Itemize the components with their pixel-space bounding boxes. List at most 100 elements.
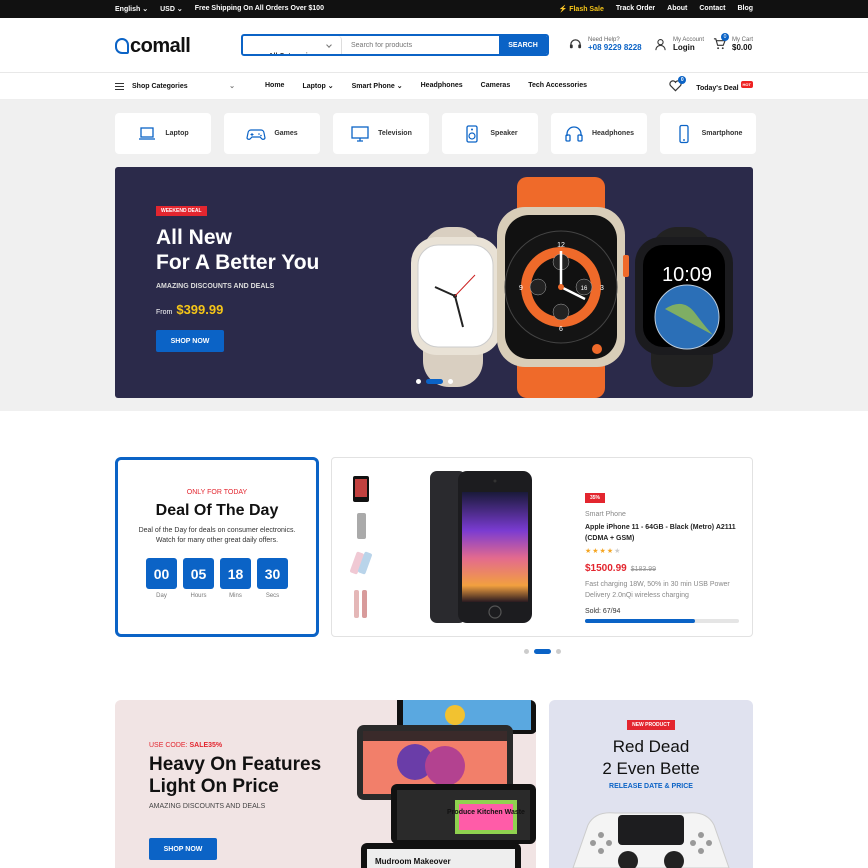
product-info: 35% Smart Phone Apple iPhone 11 - 64GB -… bbox=[585, 486, 745, 623]
flash-sale-link[interactable]: ⚡ Flash Sale bbox=[559, 5, 604, 13]
category-speaker[interactable]: Speaker bbox=[442, 113, 538, 154]
promo-banner-features: USE CODE: SALE35% Heavy On Features Light… bbox=[115, 700, 536, 868]
login-link[interactable]: Login bbox=[673, 43, 704, 52]
timer-value: 05 bbox=[183, 558, 214, 589]
slider-dot-active[interactable] bbox=[534, 649, 551, 654]
nav-headphones[interactable]: Headphones bbox=[421, 82, 463, 90]
track-order-link[interactable]: Track Order bbox=[616, 5, 655, 13]
chevron-down-icon: ⌄ bbox=[396, 83, 403, 90]
help-block[interactable]: Need Help? +08 9229 8228 bbox=[569, 37, 642, 52]
release-date-link[interactable]: RELEASE DATE & PRICE bbox=[549, 783, 753, 790]
category-television[interactable]: Television bbox=[333, 113, 429, 154]
blog-link[interactable]: Blog bbox=[737, 5, 753, 13]
product-category: Smart Phone bbox=[585, 511, 626, 518]
watch-time-text: 10:09 bbox=[662, 264, 712, 286]
category-bar: Laptop Games Television Speaker Headphon… bbox=[115, 113, 756, 154]
timer-mins: 18 Mins bbox=[220, 558, 251, 599]
new-product-title-line1: Red Dead bbox=[612, 737, 690, 756]
product-thumbnail[interactable] bbox=[347, 511, 375, 541]
search-category-select[interactable]: All Categories bbox=[243, 36, 342, 54]
account-block[interactable]: My Account Login bbox=[654, 37, 704, 52]
hero-shop-now-button[interactable]: SHOP NOW bbox=[156, 330, 224, 352]
user-icon bbox=[655, 39, 666, 51]
iphone-product-image bbox=[430, 471, 532, 623]
cart-block[interactable]: 0 My Cart $0.00 bbox=[713, 33, 753, 52]
sold-progress-bar bbox=[585, 619, 739, 623]
contact-link[interactable]: Contact bbox=[699, 5, 725, 13]
about-link[interactable]: About bbox=[667, 5, 687, 13]
cart-total: $0.00 bbox=[732, 43, 753, 52]
nav-laptop[interactable]: Laptop ⌄ bbox=[302, 82, 333, 90]
promo-banner-new-product: NEW PRODUCT Red Dead 2 Even Bette RELEASE… bbox=[549, 700, 753, 868]
language-label: English bbox=[115, 6, 141, 13]
product-description: Fast charging 18W, 50% in 30 min USB Pow… bbox=[585, 581, 730, 599]
discount-badge: 35% bbox=[585, 493, 606, 503]
todays-deal-link[interactable]: Today's Deal HOT bbox=[696, 81, 753, 92]
new-product-title: Red Dead 2 Even Bette bbox=[549, 736, 753, 780]
shop-categories-label: Shop Categories bbox=[132, 82, 188, 90]
logo[interactable]: comall bbox=[115, 35, 191, 58]
product-thumbnail[interactable] bbox=[347, 589, 375, 619]
slider-dot[interactable] bbox=[448, 379, 453, 384]
nav-cameras[interactable]: Cameras bbox=[481, 82, 511, 90]
countdown-timer: 00 Day 05 Hours 18 Mins 30 Secs bbox=[118, 558, 316, 599]
timer-days: 00 Day bbox=[146, 558, 177, 599]
nav-smart-phone[interactable]: Smart Phone ⌄ bbox=[352, 82, 403, 90]
currency-select[interactable]: USD ⌄ bbox=[160, 5, 183, 13]
cart-icon-wrap: 0 bbox=[713, 33, 729, 52]
chevron-down-icon: ⌄ bbox=[229, 83, 235, 90]
promo-title: Heavy On Features Light On Price bbox=[149, 754, 321, 798]
deal-title: Deal Of The Day bbox=[155, 502, 279, 519]
logo-mark-icon bbox=[115, 38, 129, 54]
nav-tech-accessories[interactable]: Tech Accessories bbox=[528, 82, 587, 90]
hero-title-line2: For A Better You bbox=[156, 251, 320, 274]
slider-dot-active[interactable] bbox=[426, 379, 443, 384]
timer-unit: Hours bbox=[190, 593, 207, 599]
nav-smart-phone-label: Smart Phone bbox=[351, 83, 395, 90]
timer-unit: Secs bbox=[265, 593, 280, 599]
product-name[interactable]: Apple iPhone 11 - 64GB - Black (Metro) A… bbox=[585, 522, 745, 544]
timer-unit: Day bbox=[156, 593, 167, 599]
slider-dot[interactable] bbox=[524, 649, 529, 654]
nav-laptop-label: Laptop bbox=[302, 83, 326, 90]
category-smartphone[interactable]: Smartphone bbox=[660, 113, 756, 154]
slider-dot[interactable] bbox=[556, 649, 561, 654]
timer-value: 30 bbox=[257, 558, 288, 589]
promo-shop-now-button[interactable]: SHOP NOW bbox=[149, 838, 217, 860]
television-icon bbox=[351, 125, 369, 142]
product-rating: ★★★★★ bbox=[585, 548, 622, 555]
hero-price: From $399.99 bbox=[156, 302, 223, 317]
cart-count-badge: 0 bbox=[721, 33, 729, 41]
deal-tag: ONLY FOR TODAY bbox=[186, 489, 248, 496]
shipping-notice: Free Shipping On All Orders Over $100 bbox=[194, 5, 324, 12]
new-product-title-line2: 2 Even Bette bbox=[602, 759, 700, 778]
category-games[interactable]: Games bbox=[224, 113, 320, 154]
search-button[interactable]: SEARCH bbox=[499, 36, 547, 54]
language-select[interactable]: English ⌄ bbox=[115, 5, 148, 13]
menu-icon bbox=[115, 82, 124, 90]
new-product-badge: NEW PRODUCT bbox=[627, 720, 675, 730]
hero-price-value: $399.99 bbox=[176, 302, 224, 317]
category-laptop[interactable]: Laptop bbox=[115, 113, 211, 154]
promo-code-label: USE CODE: bbox=[149, 742, 188, 749]
product-thumbnail[interactable] bbox=[347, 549, 375, 579]
nav-home[interactable]: Home bbox=[265, 82, 284, 90]
product-thumbnail[interactable] bbox=[347, 474, 375, 504]
category-headphones[interactable]: Headphones bbox=[551, 113, 647, 154]
wishlist-count-badge: 0 bbox=[678, 76, 687, 84]
watch-number-6: 6 bbox=[559, 326, 563, 333]
slider-dot[interactable] bbox=[416, 379, 421, 384]
category-label: Headphones bbox=[591, 130, 634, 137]
todays-deal-label: Today's Deal bbox=[696, 85, 739, 92]
watch-number-3: 3 bbox=[600, 285, 604, 292]
product-price: $1500.99 bbox=[585, 563, 627, 574]
shop-categories-menu[interactable]: Shop Categories ⌄ bbox=[115, 82, 235, 90]
smartwatches-image: 10:09 12 3 6 9 16 bbox=[411, 177, 733, 398]
speaker-icon bbox=[466, 124, 479, 143]
deal-slider-dots bbox=[524, 649, 561, 654]
watch-number-9: 9 bbox=[519, 285, 523, 292]
hero-title-line1: All New bbox=[156, 226, 232, 249]
wishlist-button[interactable]: 0 bbox=[669, 76, 687, 94]
hero-price-prefix: From bbox=[156, 309, 173, 316]
search-input[interactable] bbox=[342, 36, 499, 54]
